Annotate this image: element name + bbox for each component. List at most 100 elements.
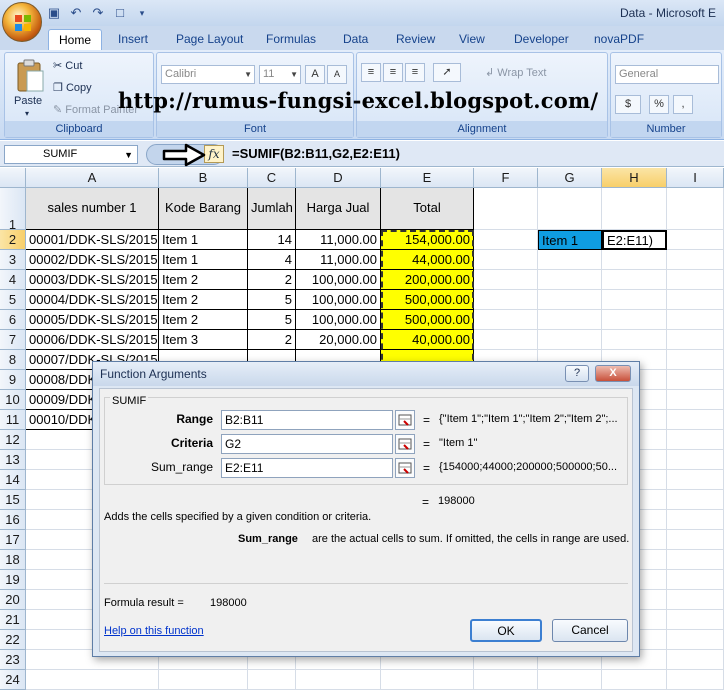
close-icon[interactable]: X [595,365,631,382]
row-header-7[interactable]: 7 [0,330,26,350]
currency-button[interactable]: $ [615,95,641,114]
grid-cell[interactable] [474,250,538,270]
comma-button[interactable]: , [673,95,693,114]
grid-cell[interactable] [538,270,602,290]
orientation-icon[interactable]: ➚ [433,63,461,82]
table-cell-d[interactable]: 100,000.00 [296,290,381,310]
grid-cell[interactable] [667,410,724,430]
grow-font-button[interactable]: A [305,65,325,84]
grid-cell[interactable] [538,330,602,350]
grid-cell[interactable] [667,450,724,470]
help-icon[interactable]: ? [565,365,589,382]
save-icon[interactable]: ▣ [46,5,62,21]
table-cell-d[interactable]: 20,000.00 [296,330,381,350]
grid-cell[interactable] [602,250,667,270]
column-header-g[interactable]: G [538,168,602,188]
table-cell-d[interactable]: 11,000.00 [296,250,381,270]
column-header-a[interactable]: A [26,168,159,188]
grid-cell[interactable] [159,670,248,690]
redo-icon[interactable]: ↷ [90,5,106,21]
collapse-dialog-icon[interactable] [395,410,415,430]
row-header-3[interactable]: 3 [0,250,26,270]
grid-cell[interactable] [667,430,724,450]
grid-cell[interactable] [667,590,724,610]
align-bottom-icon[interactable]: ≡ [405,63,425,82]
paste-dropdown-icon[interactable]: ▾ [25,109,29,118]
tab-review[interactable]: Review [386,29,445,50]
grid-cell[interactable] [474,310,538,330]
undo-icon[interactable]: ↶ [68,5,84,21]
grid-cell[interactable] [474,270,538,290]
table-cell-a[interactable]: 00002/DDK-SLS/2015 [26,250,159,270]
row-header-21[interactable]: 21 [0,610,26,630]
grid-cell[interactable] [667,570,724,590]
row-header-19[interactable]: 19 [0,570,26,590]
table-cell-c[interactable]: 4 [248,250,296,270]
criteria-cell-g2[interactable]: Item 1 [538,230,602,250]
grid-cell[interactable] [602,310,667,330]
grid-cell[interactable] [667,310,724,330]
table-cell-c[interactable]: 14 [248,230,296,250]
table-cell-b[interactable]: Item 3 [159,330,248,350]
row-header-6[interactable]: 6 [0,310,26,330]
grid-cell[interactable] [248,670,296,690]
column-header-f[interactable]: F [474,168,538,188]
grid-cell[interactable] [602,188,667,230]
column-header-b[interactable]: B [159,168,248,188]
grid-cell[interactable] [474,230,538,250]
grid-cell[interactable] [667,250,724,270]
row-header-16[interactable]: 16 [0,510,26,530]
grid-cell[interactable] [381,670,474,690]
table-cell-b[interactable]: Item 1 [159,250,248,270]
grid-cell[interactable] [667,270,724,290]
tab-novapdf[interactable]: novaPDF [584,29,654,50]
table-cell-c[interactable]: 2 [248,270,296,290]
row-header-14[interactable]: 14 [0,470,26,490]
tab-home[interactable]: Home [48,29,103,50]
grid-cell[interactable] [538,188,602,230]
select-all-corner[interactable] [0,168,26,188]
range-input[interactable]: B2:B11 [221,410,393,430]
grid-cell[interactable] [296,670,381,690]
grid-cell[interactable] [667,390,724,410]
grid-cell[interactable] [602,670,667,690]
tab-developer[interactable]: Developer [504,29,579,50]
row-header-23[interactable]: 23 [0,650,26,670]
row-header-4[interactable]: 4 [0,270,26,290]
table-cell-c[interactable]: 2 [248,330,296,350]
grid-cell[interactable] [538,250,602,270]
office-button[interactable] [2,2,42,42]
grid-cell[interactable] [538,310,602,330]
grid-cell[interactable] [667,370,724,390]
grid-cell[interactable] [474,188,538,230]
grid-cell[interactable] [538,670,602,690]
row-header-13[interactable]: 13 [0,450,26,470]
row-header-1[interactable]: 1 [0,188,26,232]
tab-view[interactable]: View [449,29,495,50]
qat-dropdown-icon[interactable]: ▾ [134,5,150,21]
insert-function-button[interactable]: fx [204,145,224,163]
new-doc-icon[interactable]: □ [112,5,128,21]
table-cell-c[interactable]: 5 [248,290,296,310]
grid-cell[interactable] [667,630,724,650]
grid-cell[interactable] [667,510,724,530]
row-header-8[interactable]: 8 [0,350,26,370]
percent-button[interactable]: % [649,95,669,114]
wrap-text-button[interactable]: ↲ Wrap Text [485,66,546,79]
tab-formulas[interactable]: Formulas [256,29,326,50]
row-header-22[interactable]: 22 [0,630,26,650]
font-size-combo[interactable]: 11 ▼ [259,65,301,84]
column-header-c[interactable]: C [248,168,296,188]
grid-cell[interactable] [474,330,538,350]
table-cell-d[interactable]: 100,000.00 [296,270,381,290]
cut-button[interactable]: ✂ Cut [53,59,82,72]
grid-cell[interactable] [602,270,667,290]
cancel-button[interactable]: Cancel [552,619,628,642]
row-header-17[interactable]: 17 [0,530,26,550]
table-cell-b[interactable]: Item 2 [159,270,248,290]
table-cell-a[interactable]: 00006/DDK-SLS/2015 [26,330,159,350]
table-cell-b[interactable]: Item 1 [159,230,248,250]
align-top-icon[interactable]: ≡ [361,63,381,82]
criteria-input[interactable]: G2 [221,434,393,454]
row-header-15[interactable]: 15 [0,490,26,510]
